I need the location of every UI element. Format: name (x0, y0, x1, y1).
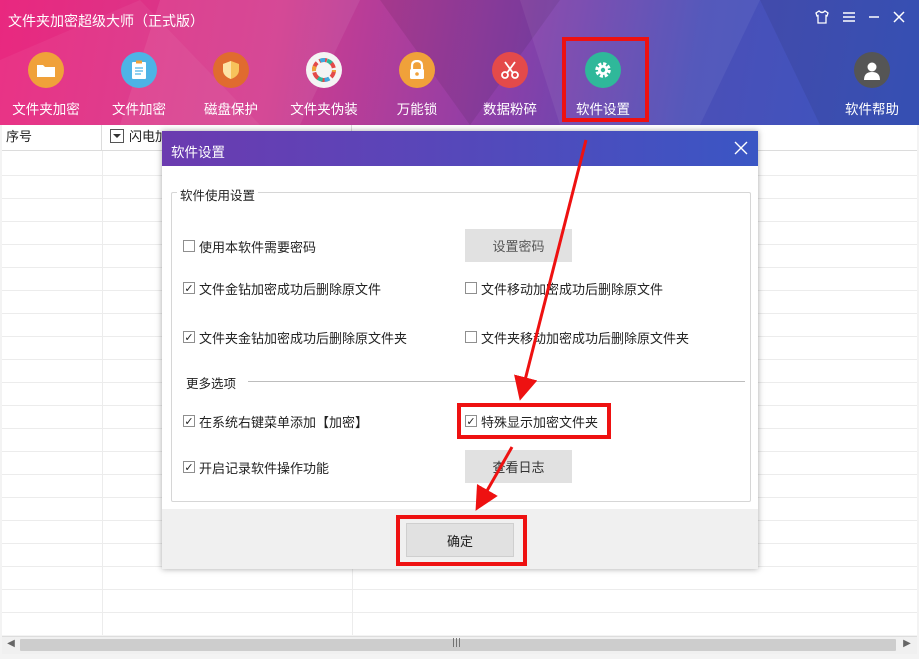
option-label: 文件夹金钻加密成功后删除原文件夹 (199, 331, 408, 347)
scrollbar-grip-icon: ||| (452, 638, 462, 648)
toolbar-label: 数据粉碎 (483, 102, 537, 118)
toolbar-file-encrypt[interactable]: 文件加密 (97, 52, 181, 120)
horizontal-scrollbar[interactable]: ◀ ||| ▶ (2, 636, 917, 654)
view-log-button[interactable]: 查看日志 (465, 450, 572, 483)
group-title: 软件使用设置 (177, 185, 259, 204)
file-icon (121, 52, 157, 88)
checkbox-checked[interactable]: ✓ (183, 415, 195, 427)
option-delete-file-move[interactable]: 文件移动加密成功后删除原文件 (465, 279, 664, 298)
option-delete-folder-move[interactable]: 文件夹移动加密成功后删除原文件夹 (465, 328, 690, 347)
column-header-index[interactable]: 序号 (2, 125, 102, 151)
option-label: 在系统右键菜单添加【加密】 (199, 415, 369, 431)
dialog-close-icon[interactable] (734, 137, 748, 158)
option-label: 开启记录软件操作功能 (199, 461, 330, 477)
checkbox-checked[interactable]: ✓ (183, 331, 195, 343)
toolbar-data-shred[interactable]: 数据粉碎 (468, 52, 552, 120)
checkbox-unchecked[interactable] (183, 240, 195, 252)
settings-dialog: 软件设置 软件使用设置 使用本软件需要密码 设置密码 ✓ 文件金钻加密成功后删除… (162, 131, 758, 569)
option-context-menu[interactable]: ✓ 在系统右键菜单添加【加密】 (183, 412, 369, 431)
toolbar-label: 软件帮助 (845, 102, 899, 118)
dialog-titlebar[interactable]: 软件设置 (162, 131, 758, 166)
menu-icon[interactable] (839, 9, 859, 29)
app-header: 文件夹加密超级大师（正式版） 文件夹加密 文件加密 磁盘保护 文件夹伪装 万能锁… (0, 0, 919, 125)
checkbox-unchecked[interactable] (465, 331, 477, 343)
ok-button[interactable]: 确定 (406, 523, 514, 557)
user-icon (854, 52, 890, 88)
app-title: 文件夹加密超级大师（正式版） (8, 14, 204, 30)
more-options-divider (248, 381, 745, 382)
lock-icon (399, 52, 435, 88)
skin-icon[interactable] (812, 9, 832, 29)
toolbar-universal-lock[interactable]: 万能锁 (375, 52, 459, 120)
dialog-title: 软件设置 (171, 145, 225, 161)
toolbar-software-settings[interactable]: 软件设置 (561, 52, 645, 120)
toolbar-label: 文件加密 (112, 102, 166, 118)
gear-icon (585, 52, 621, 88)
option-label: 文件夹移动加密成功后删除原文件夹 (481, 331, 690, 347)
more-options-title: 更多选项 (186, 373, 237, 392)
toolbar-folder-disguise[interactable]: 文件夹伪装 (282, 52, 366, 120)
toolbar-label: 磁盘保护 (204, 102, 258, 118)
toolbar-software-help[interactable]: 软件帮助 (830, 52, 914, 120)
checkbox-checked[interactable]: ✓ (183, 461, 195, 473)
checkbox-checked[interactable]: ✓ (183, 282, 195, 294)
option-special-display[interactable]: ✓ 特殊显示加密文件夹 (465, 412, 599, 431)
color-wheel-icon (306, 52, 342, 88)
minimize-icon[interactable] (864, 9, 884, 29)
option-enable-log[interactable]: ✓ 开启记录软件操作功能 (183, 458, 330, 477)
checkbox-unchecked[interactable] (465, 282, 477, 294)
toolbar-label: 文件夹加密 (12, 102, 80, 118)
toolbar-label: 文件夹伪装 (290, 102, 358, 118)
scroll-right-icon[interactable]: ▶ (900, 638, 914, 649)
option-label: 文件移动加密成功后删除原文件 (481, 282, 664, 298)
toolbar-label: 万能锁 (396, 102, 438, 118)
option-label: 文件金钻加密成功后删除原文件 (199, 282, 382, 298)
option-label: 特殊显示加密文件夹 (481, 415, 599, 431)
folder-icon (28, 52, 64, 88)
scroll-left-icon[interactable]: ◀ (4, 638, 18, 649)
checkbox-checked[interactable]: ✓ (465, 415, 477, 427)
option-require-password[interactable]: 使用本软件需要密码 (183, 237, 317, 256)
close-icon[interactable] (889, 9, 909, 29)
toolbar-label: 软件设置 (576, 102, 630, 118)
toolbar-disk-protect[interactable]: 磁盘保护 (189, 52, 273, 120)
option-label: 使用本软件需要密码 (199, 240, 317, 256)
scissors-icon (492, 52, 528, 88)
option-delete-folder-diamond[interactable]: ✓ 文件夹金钻加密成功后删除原文件夹 (183, 328, 408, 347)
set-password-button[interactable]: 设置密码 (465, 229, 572, 262)
column-dropdown-icon[interactable] (110, 129, 124, 143)
option-delete-file-diamond[interactable]: ✓ 文件金钻加密成功后删除原文件 (183, 279, 382, 298)
toolbar-folder-encrypt[interactable]: 文件夹加密 (4, 52, 88, 120)
shield-icon (213, 52, 249, 88)
column-divider (102, 151, 103, 635)
